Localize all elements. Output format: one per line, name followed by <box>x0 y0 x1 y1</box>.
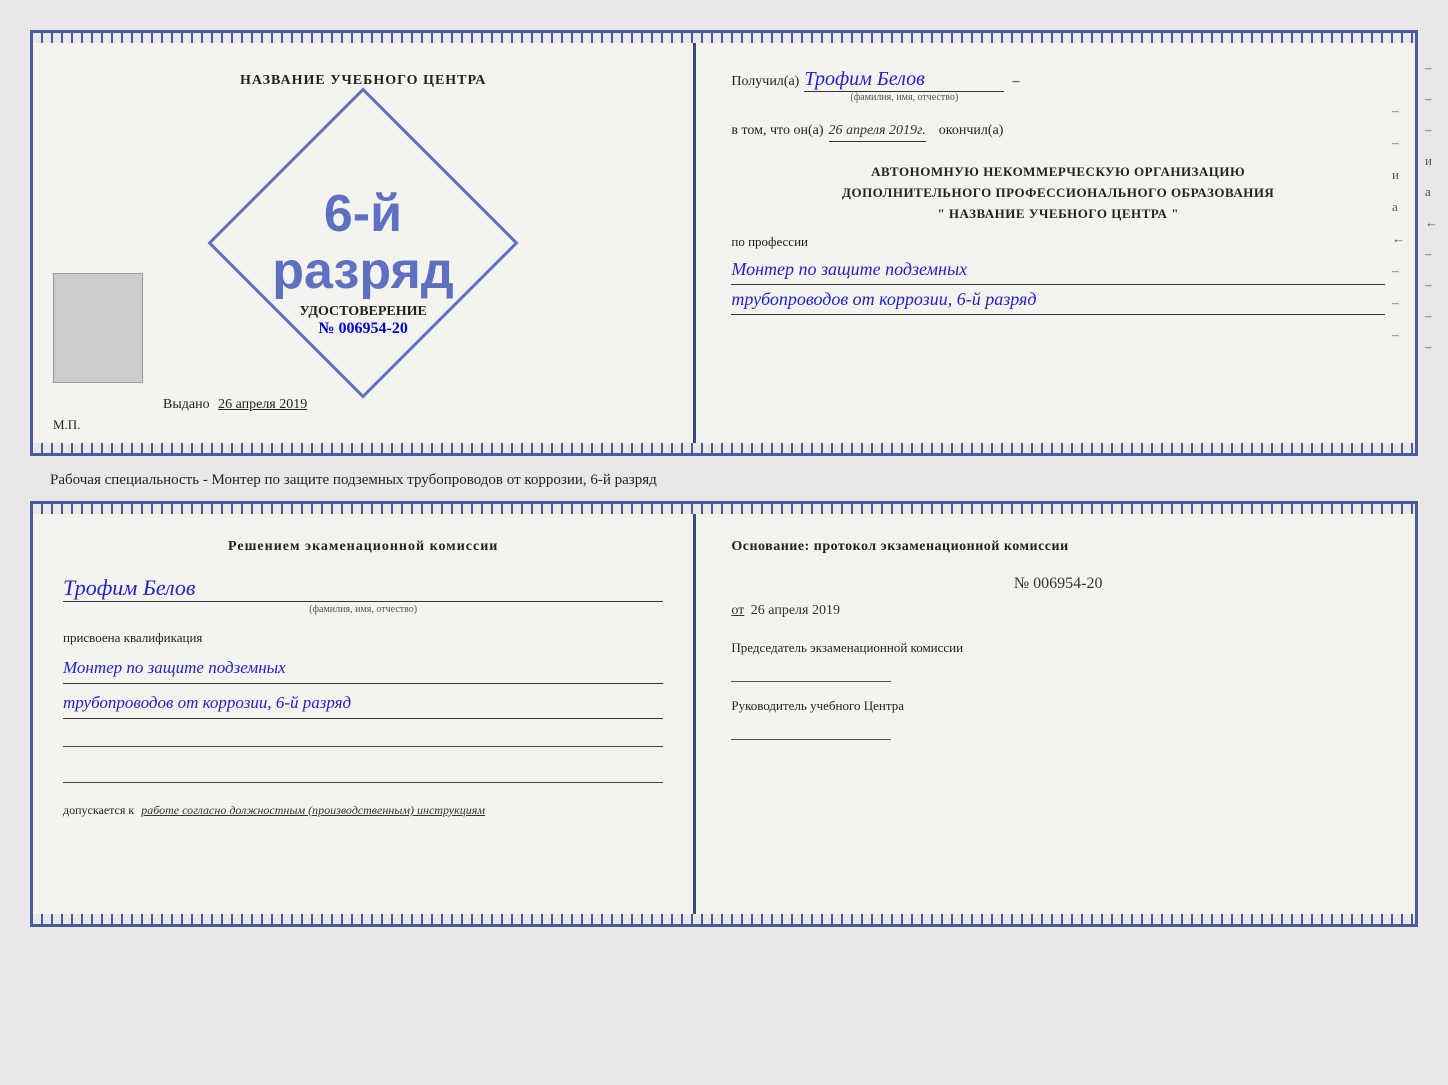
commission-title: Решением экаменационной комиссии <box>63 539 663 555</box>
person-sub-label: (фамилия, имя, отчество) <box>63 604 663 615</box>
chair-signature: Председатель экзаменационной комиссии <box>731 639 1385 682</box>
qual-line2: трубопроводов от коррозии, 6-й разряд <box>63 689 663 719</box>
date-line: в том, что он(а) 26 апреля 2019г. окончи… <box>731 123 1385 142</box>
recipient-line: Получил(а) Трофим Белов (фамилия, имя, о… <box>731 68 1385 103</box>
qual-line1: Монтер по защите подземных <box>63 654 663 684</box>
top-doc-right: Получил(а) Трофим Белов (фамилия, имя, о… <box>696 43 1415 443</box>
issued-date: Выдано 26 апреля 2019 <box>163 397 307 413</box>
bottom-top-border <box>33 504 1415 514</box>
bottom-document: Решением экаменационной комиссии Трофим … <box>30 501 1418 927</box>
protocol-date: от 26 апреля 2019 <box>731 603 1385 619</box>
signature-lines-left <box>63 729 663 783</box>
bottom-doc-left: Решением экаменационной комиссии Трофим … <box>33 514 696 914</box>
stamp-container: 6-й разряд <box>223 103 503 383</box>
mp-label: М.П. <box>53 417 80 433</box>
middle-text-area: Рабочая специальность - Монтер по защите… <box>30 460 1418 501</box>
top-border-pattern <box>33 33 1415 43</box>
stamp-text: 6-й разряд <box>272 186 454 300</box>
head-label: Руководитель учебного Центра <box>731 697 1385 715</box>
bottom-bottom-border <box>33 914 1415 924</box>
person-name-bottom: Трофим Белов <box>63 575 663 602</box>
top-left-title: НАЗВАНИЕ УЧЕБНОГО ЦЕНТРА <box>240 73 486 89</box>
protocol-number: № 006954-20 <box>731 575 1385 593</box>
head-signature-line <box>731 720 891 740</box>
qual-label: присвоена квалификация <box>63 630 663 646</box>
chair-signature-line <box>731 662 891 682</box>
profession-line1: Монтер по защите подземных <box>731 255 1385 285</box>
chair-label: Председатель экзаменационной комиссии <box>731 639 1385 657</box>
basis-title: Основание: протокол экзаменационной коми… <box>731 539 1385 555</box>
page-container: НАЗВАНИЕ УЧЕБНОГО ЦЕНТРА 6-й разряд УДОС… <box>20 20 1428 941</box>
bottom-doc-inner: Решением экаменационной комиссии Трофим … <box>33 514 1415 914</box>
profession-line2: трубопроводов от коррозии, 6-й разряд <box>731 285 1385 315</box>
bottom-doc-right: Основание: протокол экзаменационной коми… <box>696 514 1415 914</box>
top-doc-inner: НАЗВАНИЕ УЧЕБНОГО ЦЕНТРА 6-й разряд УДОС… <box>33 43 1415 443</box>
top-doc-left: НАЗВАНИЕ УЧЕБНОГО ЦЕНТРА 6-й разряд УДОС… <box>33 43 696 443</box>
stamp-diamond: 6-й разряд <box>208 87 519 398</box>
side-marks-top: – – и а ← – – – <box>1392 103 1405 343</box>
org-text: АВТОНОМНУЮ НЕКОММЕРЧЕСКУЮ ОРГАНИЗАЦИЮ ДО… <box>731 162 1385 224</box>
allowed-line: допускается к работе согласно должностны… <box>63 803 663 818</box>
top-document: НАЗВАНИЕ УЧЕБНОГО ЦЕНТРА 6-й разряд УДОС… <box>30 30 1418 456</box>
head-signature: Руководитель учебного Центра <box>731 697 1385 740</box>
bottom-border-pattern <box>33 443 1415 453</box>
photo-box <box>53 273 143 383</box>
profession-label: по профессии <box>731 234 1385 250</box>
